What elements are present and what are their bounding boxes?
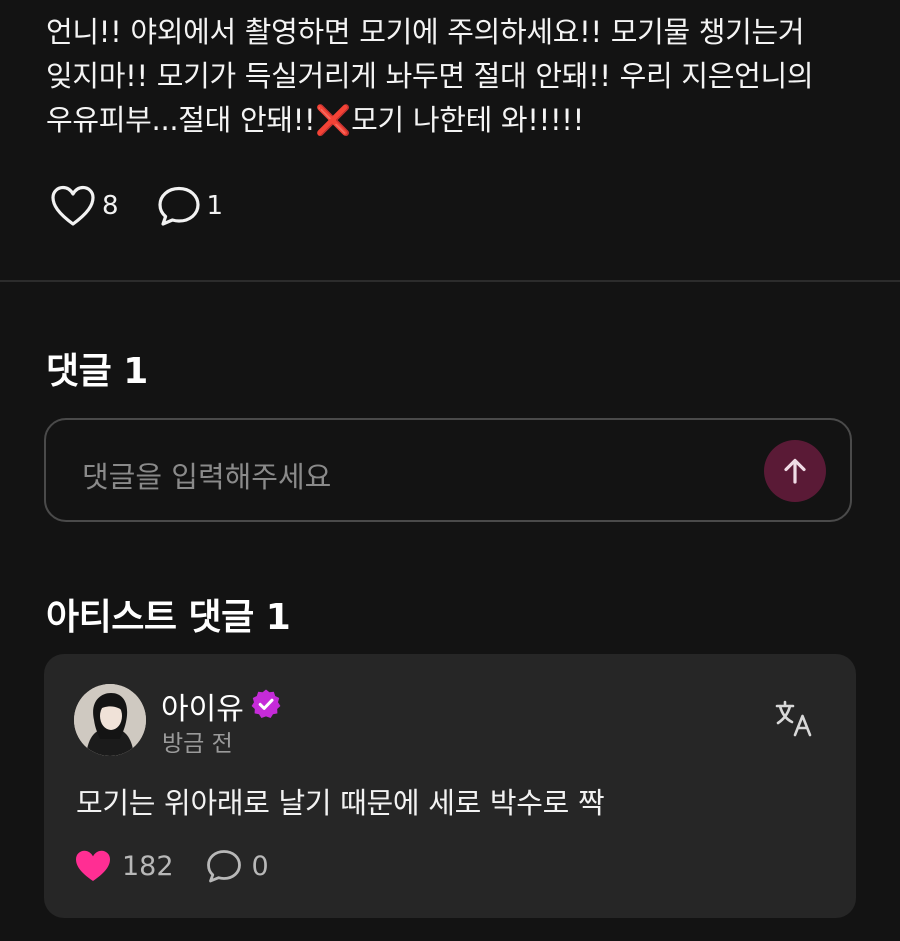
send-comment-button[interactable]	[764, 440, 826, 502]
avatar-image	[74, 684, 146, 756]
post-body-text: 언니!! 야외에서 촬영하면 모기에 주의하세요!! 모기물 챙기는거 잊지마!…	[46, 15, 814, 137]
artist-comment-like-button[interactable]: 182	[74, 849, 174, 883]
artist-comment-reply-button[interactable]: 0	[206, 849, 269, 883]
post-actions: 8 1	[50, 182, 223, 230]
arrow-up-icon	[784, 458, 806, 484]
section-divider	[0, 280, 900, 282]
post-comment-count: 1	[206, 191, 224, 221]
avatar[interactable]	[74, 684, 146, 756]
artist-comment-card: 아이유 방금 전 모기는 위아래로 날기 때문에 세로 박수로 짝 182 0	[44, 654, 856, 918]
artist-comments-heading: 아티스트 댓글 1	[46, 597, 291, 638]
post-comment-button[interactable]: 1	[157, 185, 224, 227]
author-name[interactable]: 아이유	[161, 684, 244, 728]
translate-icon	[775, 700, 812, 737]
translate-button[interactable]	[774, 698, 814, 738]
post-like-count: 8	[102, 191, 119, 221]
artist-comment-actions: 182 0	[74, 846, 269, 886]
comment-input[interactable]: 댓글을 입력해주세요	[44, 418, 852, 522]
heart-outline-icon	[51, 185, 95, 226]
comment-timestamp: 방금 전	[162, 731, 233, 757]
speech-bubble-icon	[157, 186, 200, 226]
comments-heading: 댓글 1	[46, 351, 148, 392]
heart-filled-icon	[76, 850, 110, 881]
speech-bubble-icon	[206, 850, 241, 883]
artist-comment-like-count: 182	[122, 850, 174, 882]
artist-comment-text: 모기는 위아래로 날기 때문에 세로 박수로 짝	[76, 786, 605, 820]
fan-post-page: 언니!! 야외에서 촬영하면 모기에 주의하세요!! 모기물 챙기는거 잊지마!…	[0, 0, 900, 941]
comment-input-placeholder: 댓글을 입력해주세요	[82, 460, 332, 494]
artist-comment-reply-count: 0	[251, 850, 269, 882]
verified-badge-icon	[251, 689, 281, 718]
post-like-button[interactable]: 8	[50, 185, 119, 227]
